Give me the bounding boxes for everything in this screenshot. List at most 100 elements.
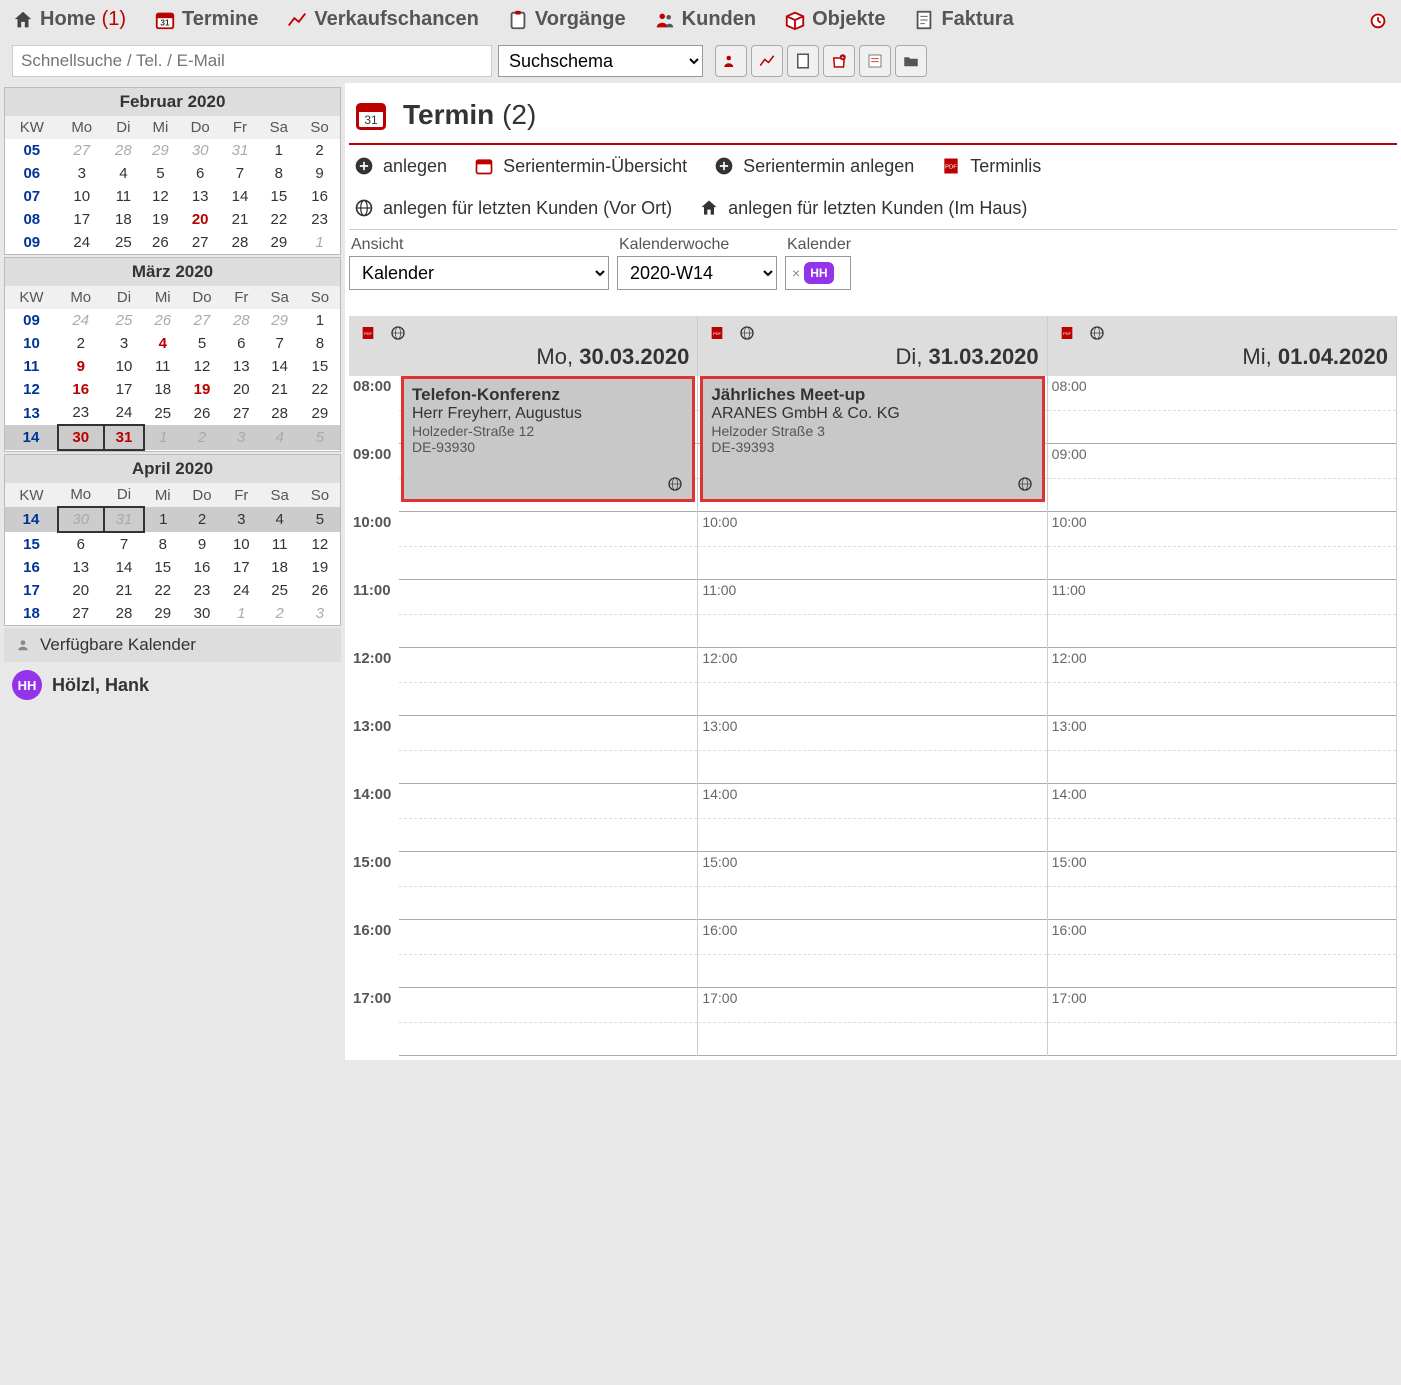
day-cell[interactable]: 5: [142, 162, 179, 185]
day-cell[interactable]: 27: [179, 231, 222, 254]
day-cell[interactable]: 13: [179, 185, 222, 208]
nav-objekte[interactable]: Objekte: [784, 8, 885, 31]
day-cell[interactable]: 13: [223, 355, 260, 378]
day-cell[interactable]: 14: [221, 185, 258, 208]
day-cell[interactable]: 3: [223, 425, 260, 450]
day-cell[interactable]: 17: [104, 378, 145, 401]
kw-cell[interactable]: 10: [5, 332, 58, 355]
nav-home[interactable]: Home (1): [12, 8, 126, 31]
day-cell[interactable]: 25: [104, 309, 145, 332]
calendar-event[interactable]: Telefon-KonferenzHerr Freyherr, Augustus…: [401, 376, 695, 502]
kw-cell[interactable]: 18: [5, 602, 58, 625]
time-slots[interactable]: 08:0009:0010:0011:0012:0013:0014:0015:00…: [1048, 376, 1396, 1056]
tool-chart-btn[interactable]: [751, 45, 783, 77]
day-cell[interactable]: 2: [181, 425, 223, 450]
day-cell[interactable]: 31: [104, 507, 145, 532]
day-cell[interactable]: 21: [104, 579, 145, 602]
day-cell[interactable]: 26: [144, 309, 181, 332]
day-cell[interactable]: 1: [299, 231, 340, 254]
kw-cell[interactable]: 14: [5, 425, 58, 450]
day-cell[interactable]: 5: [300, 425, 340, 450]
day-cell[interactable]: 1: [144, 425, 181, 450]
day-cell[interactable]: 25: [260, 579, 300, 602]
kw-cell[interactable]: 05: [5, 139, 59, 162]
day-cell[interactable]: 12: [181, 355, 223, 378]
day-cell[interactable]: 11: [144, 355, 181, 378]
day-cell[interactable]: 31: [104, 425, 145, 450]
day-cell[interactable]: 7: [104, 532, 145, 556]
day-cell[interactable]: 27: [58, 602, 104, 625]
tool-bag-btn[interactable]: +: [823, 45, 855, 77]
day-cell[interactable]: 10: [223, 532, 260, 556]
day-cell[interactable]: 24: [59, 231, 105, 254]
day-cell[interactable]: 20: [58, 579, 104, 602]
day-cell[interactable]: 26: [142, 231, 179, 254]
day-cell[interactable]: 25: [144, 401, 181, 425]
day-cell[interactable]: 20: [179, 208, 222, 231]
kw-cell[interactable]: 15: [5, 532, 58, 556]
day-cell[interactable]: 13: [58, 556, 104, 579]
action-anlegen-im-haus[interactable]: anlegen für letzten Kunden (Im Haus): [698, 197, 1027, 219]
day-cell[interactable]: 5: [300, 507, 340, 532]
day-cell[interactable]: 28: [104, 602, 145, 625]
day-cell[interactable]: 26: [300, 579, 340, 602]
kw-cell[interactable]: 17: [5, 579, 58, 602]
action-anlegen[interactable]: anlegen: [353, 155, 447, 177]
day-cell[interactable]: 29: [144, 602, 181, 625]
day-cell[interactable]: 1: [223, 602, 260, 625]
day-cell[interactable]: 8: [144, 532, 181, 556]
kw-cell[interactable]: 08: [5, 208, 59, 231]
day-cell[interactable]: 26: [181, 401, 223, 425]
kw-cell[interactable]: 06: [5, 162, 59, 185]
day-cell[interactable]: 29: [258, 231, 299, 254]
day-cell[interactable]: 11: [105, 185, 142, 208]
pdf-icon[interactable]: PDF: [706, 322, 728, 344]
day-cell[interactable]: 23: [181, 579, 223, 602]
day-cell[interactable]: 17: [59, 208, 105, 231]
day-cell[interactable]: 7: [221, 162, 258, 185]
day-cell[interactable]: 21: [221, 208, 258, 231]
tool-list-btn[interactable]: [859, 45, 891, 77]
day-cell[interactable]: 12: [142, 185, 179, 208]
day-cell[interactable]: 19: [181, 378, 223, 401]
day-cell[interactable]: 18: [260, 556, 300, 579]
action-terminlis[interactable]: PDF Terminlis: [940, 155, 1041, 177]
day-cell[interactable]: 29: [142, 139, 179, 162]
day-cell[interactable]: 16: [299, 185, 340, 208]
day-cell[interactable]: 3: [59, 162, 105, 185]
day-cell[interactable]: 19: [300, 556, 340, 579]
day-cell[interactable]: 5: [181, 332, 223, 355]
pdf-icon[interactable]: PDF: [1056, 322, 1078, 344]
day-cell[interactable]: 18: [105, 208, 142, 231]
day-cell[interactable]: 3: [223, 507, 260, 532]
day-cell[interactable]: 6: [58, 532, 104, 556]
day-cell[interactable]: 4: [105, 162, 142, 185]
day-cell[interactable]: 2: [299, 139, 340, 162]
day-cell[interactable]: 17: [223, 556, 260, 579]
day-cell[interactable]: 22: [300, 378, 340, 401]
tool-folder-btn[interactable]: [895, 45, 927, 77]
nav-termine[interactable]: 31 Termine: [154, 8, 258, 31]
day-cell[interactable]: 27: [223, 401, 260, 425]
nav-kunden[interactable]: Kunden: [654, 8, 756, 31]
day-cell[interactable]: 30: [181, 602, 223, 625]
day-cell[interactable]: 24: [104, 401, 145, 425]
day-cell[interactable]: 10: [104, 355, 145, 378]
day-cell[interactable]: 3: [104, 332, 145, 355]
day-cell[interactable]: 16: [181, 556, 223, 579]
day-cell[interactable]: 7: [260, 332, 300, 355]
day-cell[interactable]: 24: [223, 579, 260, 602]
day-cell[interactable]: 29: [300, 401, 340, 425]
calendar-event[interactable]: Jährliches Meet-upARANES GmbH & Co. KGHe…: [700, 376, 1044, 502]
kw-cell[interactable]: 09: [5, 231, 59, 254]
day-cell[interactable]: 2: [260, 602, 300, 625]
day-cell[interactable]: 4: [260, 425, 300, 450]
nav-verkaufschancen[interactable]: Verkaufschancen: [286, 8, 479, 31]
day-cell[interactable]: 15: [300, 355, 340, 378]
day-cell[interactable]: 9: [58, 355, 104, 378]
available-calendar-item[interactable]: HHHölzl, Hank: [4, 662, 341, 708]
day-cell[interactable]: 27: [181, 309, 223, 332]
kw-cell[interactable]: 09: [5, 309, 58, 332]
day-cell[interactable]: 14: [260, 355, 300, 378]
day-cell[interactable]: 28: [105, 139, 142, 162]
